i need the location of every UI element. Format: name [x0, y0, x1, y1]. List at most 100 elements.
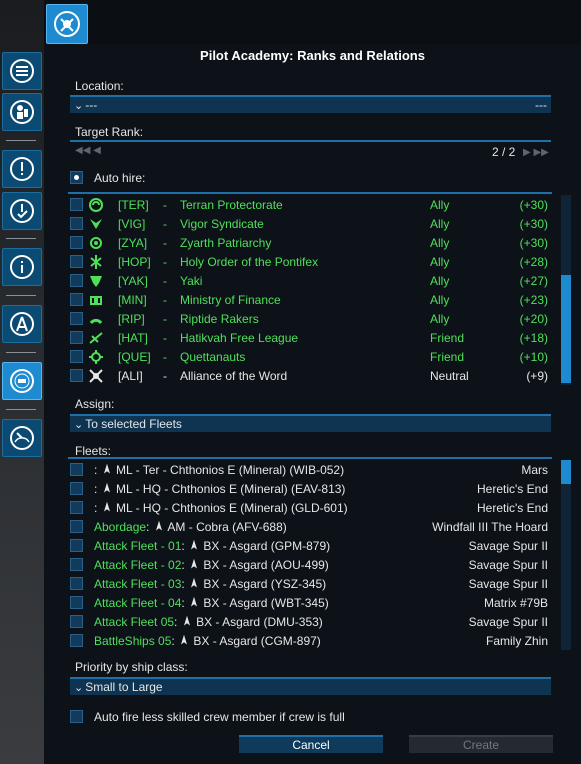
- fleet-checkbox[interactable]: [70, 463, 83, 476]
- ship-bx-icon: [191, 577, 198, 588]
- sidebar-personnel-button[interactable]: [2, 93, 42, 131]
- fleet-row[interactable]: BattleShips 05: BX - Asgard (CGM-897) Fam…: [68, 631, 552, 650]
- faction-row[interactable]: [YAK] - Yaki Ally (+27): [68, 271, 552, 290]
- faction-score: (+30): [519, 198, 548, 212]
- fleet-ship: BX - Asgard (DMU-353): [196, 615, 323, 629]
- sidebar-check-alert-button[interactable]: [2, 192, 42, 230]
- create-button[interactable]: Create: [409, 735, 553, 753]
- fleets-label: Fleets:: [75, 444, 112, 458]
- fleet-checkbox[interactable]: [70, 539, 83, 552]
- faction-name: Holy Order of the Pontifex: [180, 255, 319, 269]
- rank-next-last-icon[interactable]: ▶ ▶▶: [523, 147, 549, 158]
- faction-checkbox[interactable]: [70, 350, 83, 363]
- fleet-row[interactable]: Abordage: AM - Cobra (AFV-688) Windfall I…: [68, 517, 552, 536]
- fleet-checkbox[interactable]: [70, 501, 83, 514]
- faction-checkbox[interactable]: [70, 293, 83, 306]
- sidebar-alert-button[interactable]: [2, 150, 42, 188]
- faction-row[interactable]: [HOP] - Holy Order of the Pontifex Ally (+28…: [68, 252, 552, 271]
- rank-first-prev-icon[interactable]: ◀◀ ◀: [75, 145, 101, 156]
- ship-bx-icon: [191, 596, 198, 607]
- faction-scrollbar[interactable]: [561, 195, 571, 385]
- academy-top-icon[interactable]: [46, 4, 88, 44]
- faction-row[interactable]: [RIP] - Riptide Rakers Ally (+20): [68, 309, 552, 328]
- fleet-row[interactable]: : ML - HQ - Chthonios E (Mineral) (GLD-6…: [68, 498, 552, 517]
- fleet-checkbox[interactable]: [70, 596, 83, 609]
- auto-fire-checkbox[interactable]: [70, 710, 83, 723]
- fleet-ship: BX - Asgard (YSZ-345): [203, 577, 327, 591]
- faction-row[interactable]: [ALI] - Alliance of the Word Neutral (+9): [68, 366, 552, 385]
- sidebar-compass-button[interactable]: [2, 305, 42, 343]
- fleet-location: Heretic's End: [477, 501, 548, 515]
- faction-name: Quettanauts: [180, 350, 246, 364]
- fleet-row[interactable]: Attack Fleet - 03: BX - Asgard (YSZ-345)…: [68, 574, 552, 593]
- personnel-icon: [10, 100, 34, 124]
- faction-scroll-thumb[interactable]: [561, 275, 571, 383]
- faction-name: Hatikvah Free League: [180, 331, 299, 345]
- cancel-button[interactable]: Cancel: [239, 735, 383, 753]
- sidebar-academy-button[interactable]: [2, 362, 42, 400]
- faction-checkbox[interactable]: [70, 255, 83, 268]
- sidebar-info-button[interactable]: [2, 248, 42, 286]
- fleet-row[interactable]: : ML - HQ - Chthonios E (Mineral) (EAV-8…: [68, 479, 552, 498]
- ali-faction-icon: [89, 369, 103, 383]
- auto-hire-checkbox[interactable]: [70, 171, 83, 184]
- fleet-list-top-border: [68, 457, 552, 459]
- hat-faction-icon: [89, 332, 103, 344]
- faction-tag: [VIG]: [118, 217, 146, 231]
- faction-row[interactable]: [ZYA] - Zyarth Patriarchy Ally (+30): [68, 233, 552, 252]
- fleet-row[interactable]: : ML - Ter - Chthonios E (Mineral) (WIB-…: [68, 460, 552, 479]
- faction-score: (+20): [519, 312, 548, 326]
- faction-row[interactable]: [HAT] - Hatikvah Free League Friend (+18): [68, 328, 552, 347]
- faction-row[interactable]: [TER] - Terran Protectorate Ally (+30): [68, 195, 552, 214]
- fleet-ship: BX - Asgard (AOU-499): [203, 558, 329, 572]
- fleet-checkbox[interactable]: [70, 634, 83, 647]
- faction-checkbox[interactable]: [70, 236, 83, 249]
- fleet-ship: AM - Cobra (AFV-688): [167, 520, 287, 534]
- faction-tag: [RIP]: [118, 312, 145, 326]
- faction-row[interactable]: [QUE] - Quettanauts Friend (+10): [68, 347, 552, 366]
- fleet-checkbox[interactable]: [70, 577, 83, 590]
- priority-dropdown[interactable]: ⌄ Small to Large: [70, 677, 551, 695]
- fleet-scrollbar[interactable]: [561, 460, 571, 650]
- fleet-checkbox[interactable]: [70, 615, 83, 628]
- fleet-location: Savage Spur II: [468, 615, 548, 629]
- fleet-checkbox[interactable]: [70, 482, 83, 495]
- faction-list-top-border: [68, 192, 552, 194]
- fleet-ship: ML - Ter - Chthonios E (Mineral) (WIB-05…: [116, 463, 345, 477]
- fleet-location: Mars: [521, 463, 548, 477]
- fleet-row[interactable]: Attack Fleet - 01: BX - Asgard (GPM-879)…: [68, 536, 552, 555]
- assign-dropdown[interactable]: ⌄ To selected Fleets: [70, 414, 551, 432]
- fleet-separator: :: [94, 482, 98, 496]
- fleet-ship: BX - Asgard (GPM-879): [203, 539, 331, 553]
- fleet-checkbox[interactable]: [70, 520, 83, 533]
- faction-checkbox[interactable]: [70, 217, 83, 230]
- fleet-ship: ML - HQ - Chthonios E (Mineral) (GLD-601…: [116, 501, 348, 515]
- fleet-name: Attack Fleet - 02: [94, 558, 182, 572]
- fleet-row[interactable]: Attack Fleet 05: BX - Asgard (DMU-353) Sa…: [68, 612, 552, 631]
- faction-row[interactable]: [VIG] - Vigor Syndicate Ally (+30): [68, 214, 552, 233]
- sidebar-list-button[interactable]: [2, 52, 42, 90]
- fleet-location: Matrix #79B: [483, 596, 548, 610]
- faction-tag: [MIN]: [118, 293, 147, 307]
- fleet-separator: :: [94, 501, 98, 515]
- fleet-row[interactable]: Attack Fleet - 04: BX - Asgard (WBT-345)…: [68, 593, 552, 612]
- faction-tag: [HAT]: [118, 331, 148, 345]
- sidebar-gauge-button[interactable]: [2, 419, 42, 457]
- info-icon: [10, 255, 34, 279]
- fleet-row[interactable]: Attack Fleet - 02: BX - Asgard (AOU-499)…: [68, 555, 552, 574]
- faction-checkbox[interactable]: [70, 198, 83, 211]
- faction-checkbox[interactable]: [70, 369, 83, 382]
- fleet-separator: :: [181, 539, 185, 553]
- faction-checkbox[interactable]: [70, 274, 83, 287]
- location-dropdown[interactable]: ⌄ --- ---: [70, 95, 551, 113]
- faction-checkbox[interactable]: [70, 312, 83, 325]
- fleet-checkbox[interactable]: [70, 558, 83, 571]
- ship-ml-icon: [103, 501, 110, 512]
- faction-row[interactable]: [MIN] - Ministry of Finance Ally (+23): [68, 290, 552, 309]
- fleet-scroll-thumb[interactable]: [561, 460, 571, 484]
- faction-checkbox[interactable]: [70, 331, 83, 344]
- chevron-down-icon: ⌄: [74, 418, 84, 431]
- fleet-separator: :: [94, 463, 98, 477]
- faction-score: (+28): [519, 255, 548, 269]
- fleet-separator: :: [181, 596, 185, 610]
